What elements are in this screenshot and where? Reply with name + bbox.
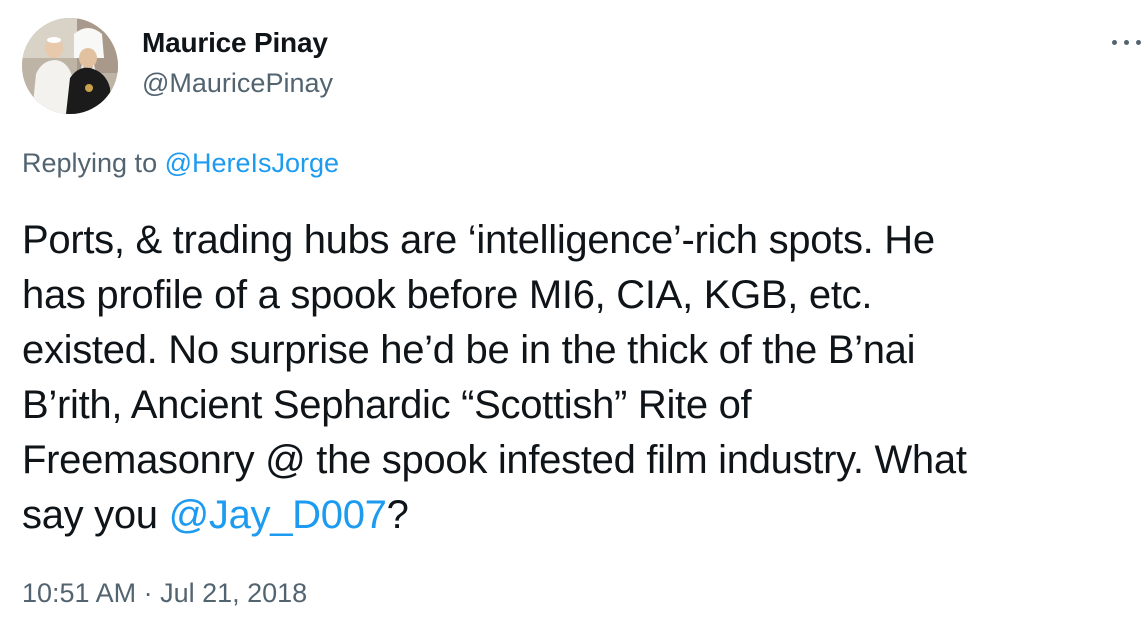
- tweet-text-fragment: say you: [22, 493, 169, 537]
- tweet-text: Ports, & trading hubs are ‘intelligence’…: [22, 213, 1132, 543]
- display-name[interactable]: Maurice Pinay: [142, 27, 328, 59]
- replying-to-label: Replying to: [22, 148, 165, 178]
- tweet-text-fragment: ?: [386, 493, 409, 537]
- tweet-card: Maurice Pinay @MauricePinay Replying to …: [0, 0, 1148, 620]
- timestamp-date-link[interactable]: Jul 21, 2018: [160, 578, 307, 608]
- tweet-text-line: has profile of a spook before MI6, CIA, …: [22, 273, 873, 317]
- tweet-timestamp: 10:51 AM · Jul 21, 2018: [22, 578, 307, 609]
- more-options-icon: [1136, 40, 1141, 45]
- tweet-text-line: say you @Jay_D007?: [22, 488, 1132, 543]
- tweet-text-line: Ports, & trading hubs are ‘intelligence’…: [22, 218, 935, 262]
- tweet-mention-link[interactable]: @Jay_D007: [169, 493, 387, 537]
- reply-mention-link[interactable]: @HereIsJorge: [165, 148, 339, 178]
- timestamp-separator: ·: [136, 578, 161, 608]
- more-options-icon: [1112, 40, 1117, 45]
- tweet-text-line: existed. No surprise he’d be in the thic…: [22, 328, 916, 372]
- tweet-text-line: Freemasonry @ the spook infested film in…: [22, 438, 967, 482]
- profile-avatar[interactable]: [22, 18, 118, 114]
- avatar-image: [22, 18, 118, 114]
- replying-to: Replying to @HereIsJorge: [22, 148, 339, 179]
- more-options-button[interactable]: [1110, 30, 1144, 54]
- user-handle[interactable]: @MauricePinay: [142, 68, 333, 99]
- more-options-icon: [1124, 40, 1129, 45]
- timestamp-time-link[interactable]: 10:51 AM: [22, 578, 136, 608]
- tweet-text-line: B’rith, Ancient Sephardic “Scottish” Rit…: [22, 383, 752, 427]
